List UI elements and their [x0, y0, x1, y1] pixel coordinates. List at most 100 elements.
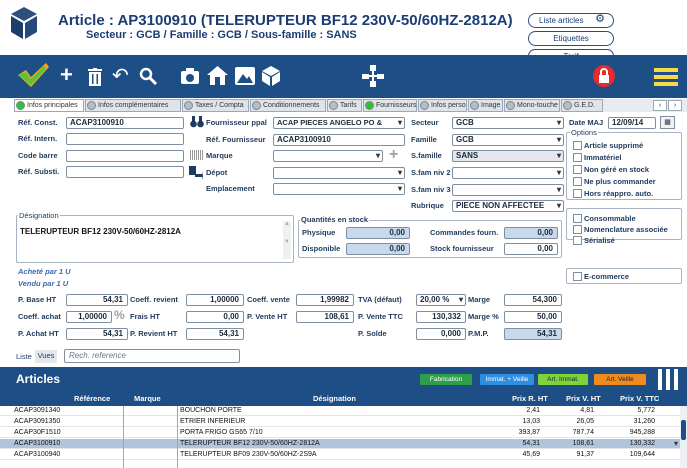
psolde-field[interactable]: 0,000: [416, 328, 466, 340]
ref-fournisseur-field[interactable]: ACAP3100910: [273, 134, 405, 146]
immateriel-checkbox[interactable]: Immatériel: [573, 153, 622, 162]
table-row[interactable]: ACAP3091340 BOUCHON PORTE 2,41 4,81 5,77…: [0, 406, 680, 416]
art-veille-filter[interactable]: Art. Veille: [594, 374, 646, 385]
coeff-revient-field[interactable]: 1,00000: [186, 294, 244, 306]
marge-field[interactable]: 54,300: [504, 294, 562, 306]
image-icon[interactable]: [235, 67, 255, 85]
sfamille-select[interactable]: SANS: [452, 150, 564, 162]
row-prix-r-ht: 2,41: [526, 407, 540, 414]
tab-tarifs[interactable]: Tarifs: [327, 99, 362, 112]
date-maj-field[interactable]: 12/09/14: [608, 117, 656, 129]
box-icon[interactable]: [262, 66, 280, 86]
table-row[interactable]: ACAP3100940 TELERUPTEUR BF09 230V-50/60H…: [0, 450, 680, 460]
secteur-select[interactable]: GCB: [452, 117, 564, 129]
pachat-field[interactable]: 54,31: [66, 328, 128, 340]
code-barre-field[interactable]: [66, 150, 184, 162]
table-row[interactable]: ACAP30F1510 PORTA FRIGO GS65 7/10 393,87…: [0, 428, 680, 438]
fabrication-filter[interactable]: Fabrication: [420, 374, 472, 385]
trash-icon[interactable]: [87, 68, 103, 86]
home-icon[interactable]: [207, 66, 228, 85]
tab-liste[interactable]: Liste: [16, 352, 32, 361]
tab-vues[interactable]: Vues: [35, 350, 57, 363]
add-marque-icon[interactable]: +: [389, 146, 398, 164]
famille-select[interactable]: GCB: [452, 134, 564, 146]
tab-taxes-compta[interactable]: Taxes / Compta: [182, 99, 249, 112]
columns-icon[interactable]: [658, 369, 678, 390]
frais-label: Frais HT: [130, 312, 161, 321]
sfam3-select[interactable]: [452, 184, 564, 196]
search-icon[interactable]: [139, 67, 157, 85]
sfam2-select[interactable]: [452, 167, 564, 179]
binoculars-icon[interactable]: [190, 116, 204, 128]
col-prix-v-ht[interactable]: Prix V. HT: [566, 394, 601, 403]
col-designation[interactable]: Désignation: [313, 394, 356, 403]
stock-fourn-field[interactable]: 0,00: [504, 243, 558, 255]
pvente-ttc-field[interactable]: 130,332: [416, 311, 466, 323]
article-supprime-checkbox[interactable]: Article supprimé: [573, 141, 643, 150]
frais-field[interactable]: 0,00: [186, 311, 244, 323]
rubrique-select[interactable]: PIECE NON AFFECTEE: [452, 200, 564, 212]
undo-icon[interactable]: ↶: [112, 66, 129, 86]
menu-icon[interactable]: [654, 68, 678, 86]
tab-infos-complementaires[interactable]: Infos complémentaires: [85, 99, 181, 112]
grid-header: Référence Marque Désignation Prix R. HT …: [0, 392, 687, 406]
designation-scrollbar[interactable]: ▲ ▼: [283, 221, 291, 259]
camera-icon[interactable]: [180, 68, 200, 85]
tva-select[interactable]: 20,00 %: [416, 294, 466, 306]
designation-group: [16, 215, 294, 263]
immat-veille-filter[interactable]: Immat. + Veille: [480, 374, 534, 385]
validate-check-icon[interactable]: [16, 61, 50, 89]
art-immat-filter[interactable]: Art. Immat.: [538, 374, 588, 385]
tab-scroll-right-button[interactable]: ›: [668, 100, 682, 111]
designation-label: Désignation: [18, 211, 60, 220]
search-input[interactable]: Rech. reference: [64, 349, 240, 363]
col-prix-v-ttc[interactable]: Prix V. TTC: [620, 394, 659, 403]
consommable-checkbox[interactable]: Consommable: [573, 214, 636, 223]
ne-plus-commander-checkbox[interactable]: Ne plus commander: [573, 177, 656, 186]
emplacement-select[interactable]: [273, 183, 405, 195]
col-prix-r-ht[interactable]: Prix R. HT: [512, 394, 548, 403]
ref-const-field[interactable]: ACAP3100910: [66, 117, 184, 129]
col-reference[interactable]: Référence: [74, 394, 110, 403]
substitution-icon[interactable]: [189, 166, 203, 180]
vendu-par-text: Vendu par 1 U: [18, 279, 69, 288]
tab-scroll-left-button[interactable]: ‹: [653, 100, 667, 111]
tab-mono-touche[interactable]: Mono-touche: [504, 99, 560, 112]
ref-substi-field[interactable]: [66, 166, 184, 178]
nomenclature-checkbox[interactable]: Nomenclature associée: [573, 225, 668, 234]
serialise-checkbox[interactable]: Sérialisé: [573, 236, 615, 245]
etiquettes-button[interactable]: Etiquettes: [528, 31, 614, 46]
tab-fournisseurs[interactable]: Fournisseurs: [363, 99, 417, 112]
pvente-ht-field[interactable]: 108,61: [296, 311, 354, 323]
hors-reappro-checkbox[interactable]: Hors réappro. auto.: [573, 189, 653, 198]
previent-field[interactable]: 54,31: [186, 328, 244, 340]
calendar-icon[interactable]: ▦: [660, 116, 675, 129]
table-row-selected[interactable]: ACAP3100910 TELERUPTEUR BF12 230V-50/60H…: [0, 439, 680, 449]
tab-image[interactable]: Image: [468, 99, 503, 112]
ref-intern-field[interactable]: [66, 133, 184, 145]
coeff-achat-field[interactable]: 1,00000: [66, 311, 112, 323]
physique-field: 0,00: [346, 227, 410, 239]
tab-infos-perso[interactable]: Infos perso: [418, 99, 467, 112]
tab-ged[interactable]: G.E.D.: [561, 99, 603, 112]
table-row[interactable]: ACAP3091350 ETRIER INFERIEUR 13,03 26,05…: [0, 417, 680, 427]
hierarchy-icon[interactable]: [362, 65, 384, 87]
tab-status-icon: [506, 101, 515, 110]
ecommerce-checkbox[interactable]: E-commerce: [573, 272, 629, 281]
fournisseur-ppal-select[interactable]: ACAP PIECES ANGELO PO &: [273, 117, 405, 129]
lock-icon[interactable]: [593, 65, 615, 87]
grid-scrollbar-thumb[interactable]: [681, 420, 686, 440]
add-icon[interactable]: +: [60, 64, 73, 86]
designation-text[interactable]: TELERUPTEUR BF12 230V-50/60HZ-2812A: [20, 227, 181, 236]
marque-select[interactable]: [273, 150, 383, 162]
col-marque[interactable]: Marque: [134, 394, 161, 403]
tab-infos-principales[interactable]: Infos principales: [14, 99, 84, 112]
marge-pct-field[interactable]: 50,00: [504, 311, 562, 323]
liste-articles-button[interactable]: Liste articles ⚙: [528, 13, 614, 28]
grid-scrollbar[interactable]: [680, 406, 687, 468]
depot-select[interactable]: [273, 167, 405, 179]
pbase-field[interactable]: 54,31: [66, 294, 128, 306]
coeff-vente-field[interactable]: 1,99982: [296, 294, 354, 306]
non-gere-stock-checkbox[interactable]: Non géré en stock: [573, 165, 649, 174]
tab-conditionnements[interactable]: Conditionnements: [250, 99, 326, 112]
